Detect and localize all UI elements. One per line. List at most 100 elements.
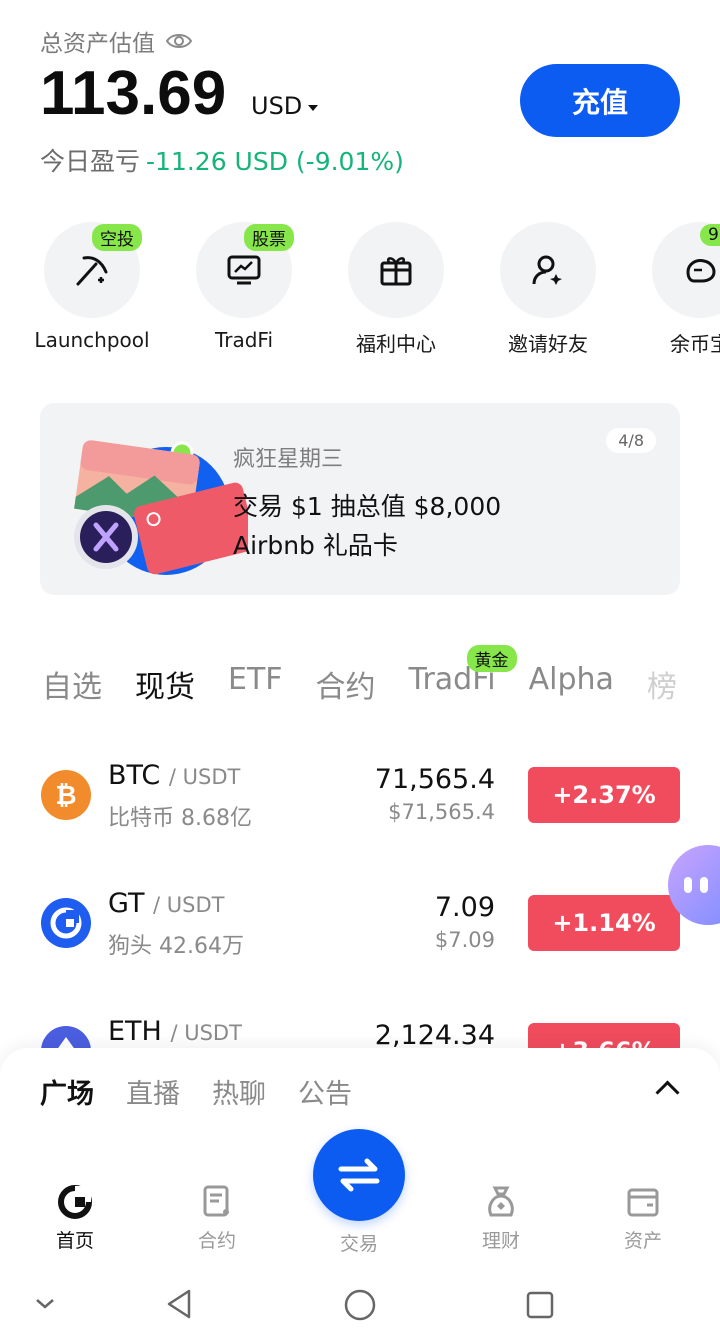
coin-price-usd: $71,565.4 <box>388 800 495 824</box>
pnl-value: -11.26 USD (-9.01%) <box>146 147 404 176</box>
quick-action-launchpool[interactable]: 空投 Launchpool <box>34 222 150 352</box>
deposit-button[interactable]: 充值 <box>520 64 680 137</box>
banner-pager: 4/8 <box>606 428 656 453</box>
coin-change-badge[interactable]: +2.37% <box>528 767 680 823</box>
system-nav-bar <box>0 1288 720 1343</box>
promo-banner[interactable]: 疯狂星期三 交易 $1 抽总值 $8,000 Airbnb 礼品卡 4/8 <box>40 403 680 595</box>
coin-symbol: ETH / USDT <box>108 1016 242 1047</box>
quick-action-tradfi[interactable]: 股票 TradFi <box>189 222 299 352</box>
coin-change-badge[interactable]: +1.14% <box>528 895 680 951</box>
nav-assets[interactable]: 资产 <box>593 1182 693 1253</box>
promo-subtitle: 疯狂星期三 <box>233 447 344 472</box>
home-circle-icon[interactable] <box>343 1288 377 1322</box>
coin-price: 71,565.4 <box>374 764 495 795</box>
tab-etf[interactable]: ETF <box>228 662 283 706</box>
quick-action-invite[interactable]: 邀请好友 <box>493 222 603 357</box>
piggy-bank-icon <box>686 259 716 283</box>
nav-home-label: 首页 <box>55 1230 94 1252</box>
coin-row-gt[interactable]: GT / USDT 狗头 42.64万 7.09 $7.09 +1.14% <box>0 876 720 976</box>
quick-action-tag: 空投 <box>92 224 142 251</box>
home-logo-icon <box>58 1185 92 1219</box>
tab-square[interactable]: 广场 <box>40 1072 94 1111</box>
quick-action-savings[interactable]: 9. 余币宝 <box>645 222 720 357</box>
caret-down-icon <box>308 104 319 111</box>
tab-rankings[interactable]: 榜 <box>647 662 677 706</box>
pickaxe-icon <box>76 256 108 286</box>
coin-pair: / USDT <box>170 1021 242 1045</box>
promo-title-line2: Airbnb 礼品卡 <box>233 531 398 560</box>
back-icon[interactable] <box>163 1288 195 1320</box>
quick-action-circle: 股票 <box>196 222 294 318</box>
invite-user-icon <box>532 255 562 285</box>
tab-futures[interactable]: 合约 <box>316 662 376 706</box>
tab-live[interactable]: 直播 <box>126 1072 180 1111</box>
total-asset-value: 113.69 <box>40 59 227 128</box>
tab-spot[interactable]: 现货 <box>135 662 195 706</box>
daily-pnl: 今日盈亏 -11.26 USD (-9.01%) <box>40 142 404 178</box>
coin-price: 2,124.34 <box>374 1020 495 1051</box>
coin-pair: / USDT <box>153 893 225 917</box>
nav-home[interactable]: 首页 <box>25 1182 125 1253</box>
nav-earn[interactable]: 理财 <box>451 1182 551 1253</box>
chart-monitor-icon <box>227 255 261 285</box>
coin-price: 7.09 <box>434 892 495 923</box>
eye-icon[interactable] <box>165 31 193 51</box>
gift-icon <box>380 257 412 286</box>
quick-action-rewards[interactable]: 福利中心 <box>341 222 451 357</box>
quick-action-label: 余币宝 <box>670 332 720 356</box>
wallet-icon <box>627 1188 659 1217</box>
promo-title-line1: 交易 $1 抽总值 $8,000 <box>233 492 502 521</box>
chevron-up-icon[interactable] <box>655 1080 680 1105</box>
bottom-sheet: 广场 直播 热聊 公告 首页 合约 交易 理财 资产 <box>0 1048 720 1288</box>
btc-icon: ₿ <box>41 770 91 820</box>
quick-action-circle <box>500 222 596 318</box>
pnl-label: 今日盈亏 <box>40 147 141 176</box>
tab-hot-chat[interactable]: 热聊 <box>212 1072 266 1111</box>
nav-futures[interactable]: 合约 <box>167 1182 267 1253</box>
coin-symbol: BTC / USDT <box>108 760 240 791</box>
nav-trade-label: 交易 <box>339 1233 378 1255</box>
quick-action-label: Launchpool <box>34 328 150 352</box>
quick-action-circle: 9. <box>652 222 720 318</box>
nav-futures-label: 合约 <box>197 1230 236 1252</box>
tab-tag: 黄金 <box>466 645 517 672</box>
coin-price-usd: $7.09 <box>434 928 495 952</box>
gt-icon <box>41 898 91 948</box>
asset-label: 总资产估值 <box>40 31 155 57</box>
chat-dot <box>684 877 692 893</box>
quick-action-label: TradFi <box>214 328 274 352</box>
tab-announcements[interactable]: 公告 <box>298 1072 352 1111</box>
coin-name-volume: 狗头 42.64万 <box>108 934 244 959</box>
tab-alpha[interactable]: Alpha <box>529 662 614 706</box>
coin-symbol-text: GT <box>108 888 145 919</box>
quick-action-label: 福利中心 <box>356 332 436 356</box>
gt-logo-icon <box>50 907 82 939</box>
nav-earn-label: 理财 <box>481 1230 520 1252</box>
asset-label-row: 总资产估值 <box>40 24 193 58</box>
tab-favorites[interactable]: 自选 <box>42 662 102 706</box>
futures-doc-icon <box>203 1185 229 1217</box>
community-tabs: 广场 直播 热聊 公告 <box>40 1072 384 1111</box>
coin-row-btc[interactable]: ₿ BTC / USDT 比特币 8.68亿 71,565.4 $71,565.… <box>0 748 720 848</box>
market-tabs: 自选 现货 ETF 合约 TradFi 黄金 Alpha 榜 <box>42 645 710 706</box>
promo-gift-card-illustration <box>74 440 248 575</box>
quick-action-circle: 空投 <box>44 222 142 318</box>
quick-action-tag: 9. <box>700 224 720 246</box>
quick-action-label: 邀请好友 <box>508 332 588 356</box>
currency-selector[interactable]: USD <box>251 92 319 120</box>
quick-action-circle <box>348 222 444 318</box>
currency-label: USD <box>251 92 303 120</box>
coin-symbol: GT / USDT <box>108 888 225 919</box>
nav-assets-label: 资产 <box>623 1230 662 1252</box>
coin-name-volume: 比特币 8.68亿 <box>108 806 252 831</box>
money-bag-icon <box>488 1186 514 1217</box>
coin-pair: / USDT <box>168 765 241 789</box>
trade-button[interactable] <box>313 1129 405 1221</box>
swap-arrows-icon <box>338 1158 380 1192</box>
recent-apps-icon[interactable] <box>525 1290 555 1320</box>
coin-symbol-text: ETH <box>108 1016 162 1047</box>
quick-action-tag: 股票 <box>244 224 294 251</box>
chevron-down-icon[interactable] <box>34 1296 56 1312</box>
tab-tradfi[interactable]: TradFi 黄金 <box>409 645 517 706</box>
chat-dot <box>700 877 708 893</box>
